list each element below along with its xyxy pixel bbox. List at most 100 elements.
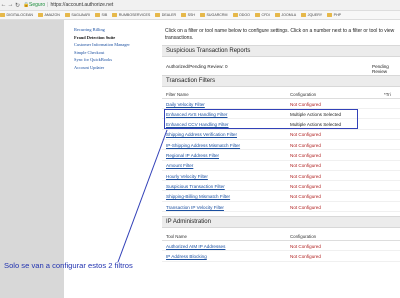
table-row: Suspicious Transaction Filter Not Configu… xyxy=(162,182,400,192)
filter-link[interactable]: Hourly Velocity Filter xyxy=(166,174,208,179)
col-extra: *Tri xyxy=(384,92,391,97)
table-row: Hourly Velocity Filter Not Configured xyxy=(162,172,400,182)
configuration-status: Not Configured xyxy=(290,173,321,179)
filter-link[interactable]: Authorized AIM IP Addresses xyxy=(166,244,225,249)
bookmark-label: SSH xyxy=(187,13,196,17)
bookmark-item[interactable]: PHP xyxy=(327,13,341,17)
sidebar-item[interactable]: Sync for QuickBooks xyxy=(74,57,112,62)
forward-icon[interactable]: → xyxy=(7,2,14,8)
configuration-status: Not Configured xyxy=(290,254,321,259)
bookmark-item[interactable]: SIB xyxy=(94,13,108,17)
bookmark-label: PHP xyxy=(333,13,342,17)
folder-icon xyxy=(112,13,118,17)
configuration-status: Not Configured xyxy=(290,101,321,107)
bookmark-label: DIGITALOCEAN xyxy=(6,13,34,17)
folder-icon xyxy=(64,13,70,17)
bookmark-item[interactable]: DEALER xyxy=(155,13,176,17)
folder-icon xyxy=(301,13,307,17)
configuration-status: Not Configured xyxy=(290,132,321,138)
configuration-status: Not Configured xyxy=(290,243,321,249)
col-ip-configuration: Configuration xyxy=(290,234,317,239)
bookmark-label: JOOMLA xyxy=(281,13,297,17)
folder-icon xyxy=(0,13,5,17)
filter-link[interactable]: Shipping-Billing Mismatch Filter xyxy=(166,194,230,199)
selected-filters-highlight xyxy=(164,109,358,129)
bookmark-label: SAGUAARI xyxy=(71,13,90,17)
bookmark-label: AMAZON xyxy=(44,13,60,17)
table-row: Amount Filter Not Configured xyxy=(162,162,400,171)
bookmark-item[interactable]: ODOO xyxy=(232,13,250,17)
bookmark-item[interactable]: AMAZON xyxy=(38,13,60,17)
intro-text: Click on a filter or tool name below to … xyxy=(165,28,395,41)
url-separator: | xyxy=(47,2,49,8)
bookmark-item[interactable]: JQUERY xyxy=(301,13,322,17)
filter-link[interactable]: Daily Velocity Filter xyxy=(166,102,205,107)
bookmark-label: CFDI xyxy=(261,13,270,17)
sidebar-item[interactable]: Fraud Detection Suite xyxy=(74,35,115,40)
annotation-text: Solo se van a configurar estos 2 filtros xyxy=(4,261,133,270)
sidebar-item[interactable]: Simple Checkout xyxy=(74,50,104,55)
table-row: Daily Velocity Filter Not Configured xyxy=(162,100,400,109)
filters-column-headers: Filter Name Configuration *Tri xyxy=(162,90,400,99)
folder-icon xyxy=(254,13,260,17)
bookmark-item[interactable]: SUGARCRM xyxy=(200,13,228,17)
configuration-status: Not Configured xyxy=(290,183,321,189)
url-field[interactable]: https://account.authorize.net xyxy=(50,2,113,8)
bookmark-item[interactable]: SAGUAARI xyxy=(64,13,90,17)
suspicious-reports-header: Suspicious Transaction Reports xyxy=(162,45,400,57)
bookmark-label: ODOO xyxy=(239,13,250,17)
folder-icon xyxy=(94,13,100,17)
col-configuration: Configuration xyxy=(290,92,317,97)
filter-link[interactable]: Transaction IP Velocity Filter xyxy=(166,205,224,210)
configuration-status: Not Configured xyxy=(290,204,321,210)
sidebar-item[interactable]: Recurring Billing xyxy=(74,27,105,32)
bookmark-item[interactable]: SSH xyxy=(181,13,195,17)
sidebar-item[interactable]: Customer Information Manager xyxy=(74,42,130,47)
transaction-filters-header: Transaction Filters xyxy=(162,75,400,87)
bookmark-label: RUMBOSERVICES xyxy=(118,13,151,17)
bookmark-item[interactable]: CFDI xyxy=(254,13,270,17)
authorized-pending-review: Authorized/Pending Review: 0 xyxy=(166,64,228,69)
filter-link[interactable]: Shipping Address Verification Filter xyxy=(166,132,237,137)
bookmark-label: JQUERY xyxy=(307,13,323,17)
folder-icon xyxy=(155,13,161,17)
table-row: Authorized AIM IP Addresses Not Configure… xyxy=(162,242,400,251)
configuration-status: Not Configured xyxy=(290,163,321,169)
bookmark-label: SUGARCRM xyxy=(206,13,228,17)
lock-icon: 🔒 xyxy=(23,1,30,8)
table-row: Regional IP Address Filter Not Configured xyxy=(162,152,400,161)
bookmark-label: DEALER xyxy=(161,13,177,17)
main-content: Click on a filter or tool name below to … xyxy=(162,20,400,298)
filter-link[interactable]: Amount Filter xyxy=(166,163,193,168)
bookmark-item[interactable]: JOOMLA xyxy=(274,13,297,17)
folder-icon xyxy=(232,13,238,17)
bookmarks-bar: DIGITALOCEAN AMAZON SAGUAARI SIB RUMBOSERVIC… xyxy=(0,11,400,20)
reload-icon[interactable]: ↻ xyxy=(14,2,21,9)
folder-icon xyxy=(200,13,206,17)
filter-link[interactable]: IP Address Blocking xyxy=(166,254,207,259)
folder-icon xyxy=(38,13,43,17)
pending-review-label: Pending Review xyxy=(372,64,389,74)
table-row: Shipping Address Verification Filter Not … xyxy=(162,131,400,140)
configuration-status: Not Configured xyxy=(290,194,321,200)
table-row: IP-Shipping Address Mismatch Filter Not C… xyxy=(162,141,400,151)
folder-icon xyxy=(181,13,187,17)
folder-icon xyxy=(327,13,333,17)
filter-link[interactable]: Regional IP Address Filter xyxy=(166,153,219,158)
bookmark-item[interactable]: RUMBOSERVICES xyxy=(112,13,150,17)
ip-column-headers: Tool Name Configuration xyxy=(162,232,400,241)
filter-link[interactable]: Suspicious Transaction Filter xyxy=(166,184,225,189)
sidebar-item[interactable]: Account Updater xyxy=(74,65,104,70)
table-row: Transaction IP Velocity Filter Not Config… xyxy=(162,203,400,212)
bookmark-item[interactable]: DIGITALOCEAN xyxy=(0,13,33,17)
folder-icon xyxy=(274,13,280,17)
ip-administration-header: IP Administration xyxy=(162,216,400,228)
left-panel xyxy=(0,20,64,298)
back-icon[interactable]: ← xyxy=(0,2,7,8)
col-filter-name: Filter Name xyxy=(166,92,189,97)
filter-link[interactable]: IP-Shipping Address Mismatch Filter xyxy=(166,143,240,148)
page: Recurring Billing Fraud Detection Suite Cu… xyxy=(0,20,400,298)
secure-label: Seguro xyxy=(29,2,46,8)
address-bar: ← → ↻ 🔒 Seguro | https://account.authori… xyxy=(0,0,400,11)
bookmark-label: SIB xyxy=(101,13,108,17)
